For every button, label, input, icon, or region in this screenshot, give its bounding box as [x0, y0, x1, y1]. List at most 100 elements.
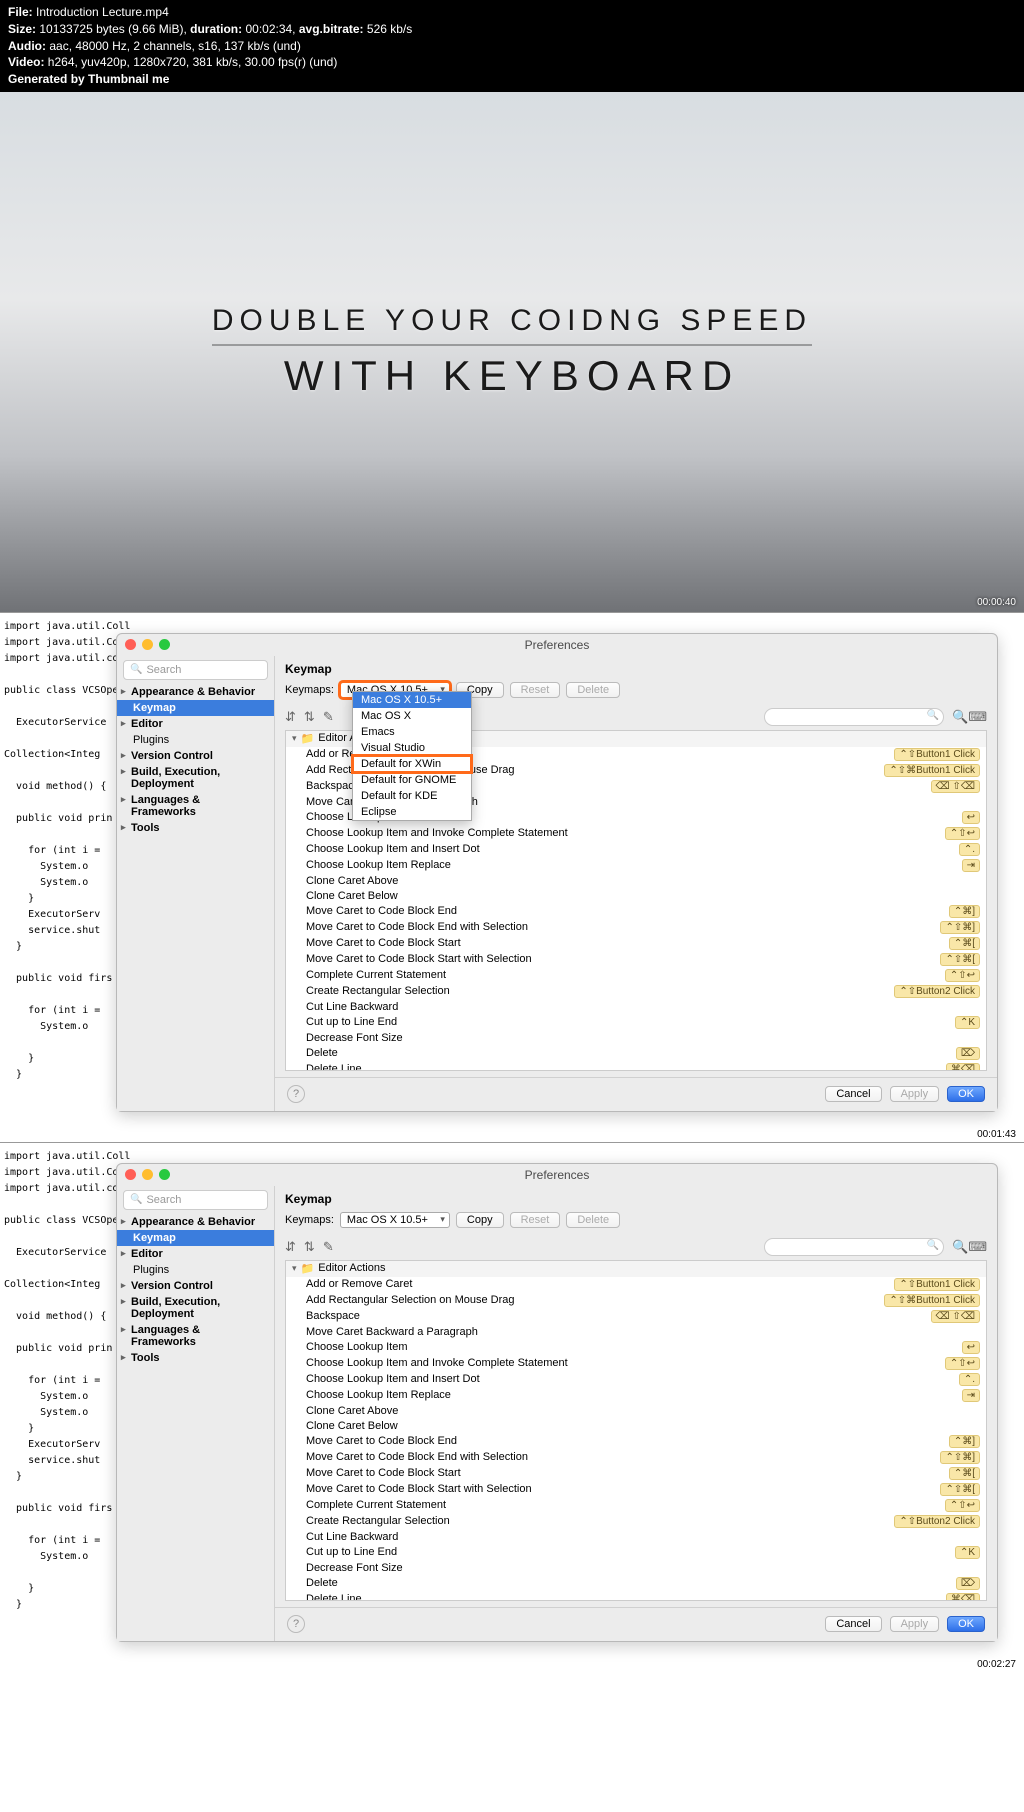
action-row[interactable]: Move Caret to Code Block End⌃⌘] — [286, 904, 986, 920]
sidebar-item-keymap[interactable]: Keymap — [117, 700, 274, 716]
dropdown-option[interactable]: Default for KDE — [353, 788, 471, 804]
action-tree[interactable]: 📁Editor ActionsAdd or Remove Caret⌃⇧Butt… — [285, 1260, 987, 1601]
sidebar-item-languages-frameworks[interactable]: Languages & Frameworks — [117, 792, 274, 820]
action-row[interactable]: Delete⌦ — [286, 1576, 986, 1592]
action-row[interactable]: Choose Lookup Item and Insert Dot⌃. — [286, 842, 986, 858]
dropdown-option[interactable]: Eclipse — [353, 804, 471, 820]
action-row[interactable]: Move Caret to Code Block End with Select… — [286, 1450, 986, 1466]
action-row[interactable]: Choose Lookup Item↩ — [286, 1340, 986, 1356]
minimize-icon[interactable] — [142, 639, 153, 650]
action-row[interactable]: Choose Lookup Item and Insert Dot⌃. — [286, 1372, 986, 1388]
sidebar-item-editor[interactable]: Editor — [117, 716, 274, 732]
edit-icon[interactable]: ✎ — [323, 1239, 334, 1255]
sidebar-search-input[interactable]: Search — [123, 1190, 268, 1210]
maximize-icon[interactable] — [159, 639, 170, 650]
minimize-icon[interactable] — [142, 1169, 153, 1180]
ok-button[interactable]: OK — [947, 1616, 985, 1632]
sidebar-item-appearance-behavior[interactable]: Appearance & Behavior — [117, 684, 274, 700]
action-row[interactable]: Move Caret to Code Block Start⌃⌘[ — [286, 1466, 986, 1482]
window-titlebar[interactable]: Preferences — [117, 634, 997, 656]
collapse-icon[interactable]: ⇅ — [304, 1239, 315, 1255]
close-icon[interactable] — [125, 639, 136, 650]
dropdown-option[interactable]: Default for XWin — [353, 756, 471, 772]
cancel-button[interactable]: Cancel — [825, 1616, 881, 1632]
action-search-input[interactable] — [764, 1238, 944, 1256]
action-row[interactable]: Choose Lookup Item Replace⇥ — [286, 1388, 986, 1404]
action-row[interactable]: Cut up to Line End⌃K — [286, 1015, 986, 1031]
expand-icon[interactable]: ⇵ — [285, 1239, 296, 1255]
delete-button[interactable]: Delete — [566, 682, 620, 698]
dropdown-option[interactable]: Mac OS X — [353, 708, 471, 724]
dropdown-option[interactable]: Visual Studio — [353, 740, 471, 756]
action-row[interactable]: Move Caret to Code Block Start with Sele… — [286, 1482, 986, 1498]
keymap-dropdown-list[interactable]: Mac OS X 10.5+Mac OS XEmacsVisual Studio… — [352, 691, 472, 821]
action-row[interactable]: Add or Remove Caret⌃⇧Button1 Click — [286, 1277, 986, 1293]
action-row[interactable]: Complete Current Statement⌃⇧↩ — [286, 968, 986, 984]
close-icon[interactable] — [125, 1169, 136, 1180]
action-row[interactable]: Delete⌦ — [286, 1046, 986, 1062]
sidebar-item-version-control[interactable]: Version Control — [117, 1278, 274, 1294]
action-row[interactable]: Choose Lookup Item and Invoke Complete S… — [286, 1356, 986, 1372]
expand-icon[interactable]: ⇵ — [285, 709, 296, 725]
action-row[interactable]: Clone Caret Above — [286, 874, 986, 889]
sidebar-item-version-control[interactable]: Version Control — [117, 748, 274, 764]
frame-3: import java.util.Collection; import java… — [0, 1142, 1024, 1672]
apply-button[interactable]: Apply — [890, 1616, 940, 1632]
size-label: Size: — [8, 22, 36, 36]
action-row[interactable]: Choose Lookup Item and Invoke Complete S… — [286, 826, 986, 842]
action-row[interactable]: Decrease Font Size — [286, 1031, 986, 1046]
action-row[interactable]: Move Caret Backward a Paragraph — [286, 1325, 986, 1340]
dropdown-option[interactable]: Emacs — [353, 724, 471, 740]
action-row[interactable]: Cut Line Backward — [286, 1000, 986, 1015]
action-row[interactable]: Clone Caret Below — [286, 1419, 986, 1434]
reset-button[interactable]: Reset — [510, 682, 561, 698]
sidebar-item-build-execution-deployment[interactable]: Build, Execution, Deployment — [117, 764, 274, 792]
action-row[interactable]: Delete Line⌘⌫ — [286, 1062, 986, 1071]
find-shortcut-icon[interactable]: 🔍⌨ — [952, 1239, 987, 1255]
sidebar-item-build-execution-deployment[interactable]: Build, Execution, Deployment — [117, 1294, 274, 1322]
ok-button[interactable]: OK — [947, 1086, 985, 1102]
action-group[interactable]: 📁Editor Actions — [286, 1261, 986, 1277]
action-row[interactable]: Complete Current Statement⌃⇧↩ — [286, 1498, 986, 1514]
sidebar-item-appearance-behavior[interactable]: Appearance & Behavior — [117, 1214, 274, 1230]
sidebar-item-languages-frameworks[interactable]: Languages & Frameworks — [117, 1322, 274, 1350]
action-row[interactable]: Move Caret to Code Block Start⌃⌘[ — [286, 936, 986, 952]
copy-button[interactable]: Copy — [456, 1212, 504, 1228]
action-row[interactable]: Delete Line⌘⌫ — [286, 1592, 986, 1601]
action-row[interactable]: Backspace⌫ ⇧⌫ — [286, 1309, 986, 1325]
apply-button[interactable]: Apply — [890, 1086, 940, 1102]
sidebar-item-plugins[interactable]: Plugins — [117, 1262, 274, 1278]
sidebar-item-editor[interactable]: Editor — [117, 1246, 274, 1262]
action-row[interactable]: Clone Caret Below — [286, 889, 986, 904]
keymap-combo[interactable]: Mac OS X 10.5+ — [340, 1212, 450, 1228]
action-row[interactable]: Clone Caret Above — [286, 1404, 986, 1419]
edit-icon[interactable]: ✎ — [323, 709, 334, 725]
action-row[interactable]: Add Rectangular Selection on Mouse Drag⌃… — [286, 1293, 986, 1309]
find-shortcut-icon[interactable]: 🔍⌨ — [952, 709, 987, 725]
dropdown-option[interactable]: Default for GNOME — [353, 772, 471, 788]
action-row[interactable]: Create Rectangular Selection⌃⇧Button2 Cl… — [286, 1514, 986, 1530]
action-row[interactable]: Decrease Font Size — [286, 1561, 986, 1576]
sidebar-item-plugins[interactable]: Plugins — [117, 732, 274, 748]
help-icon[interactable]: ? — [287, 1615, 305, 1633]
sidebar-item-keymap[interactable]: Keymap — [117, 1230, 274, 1246]
cancel-button[interactable]: Cancel — [825, 1086, 881, 1102]
action-row[interactable]: Cut Line Backward — [286, 1530, 986, 1545]
maximize-icon[interactable] — [159, 1169, 170, 1180]
reset-button[interactable]: Reset — [510, 1212, 561, 1228]
action-row[interactable]: Move Caret to Code Block End with Select… — [286, 920, 986, 936]
action-row[interactable]: Cut up to Line End⌃K — [286, 1545, 986, 1561]
action-row[interactable]: Move Caret to Code Block Start with Sele… — [286, 952, 986, 968]
collapse-icon[interactable]: ⇅ — [304, 709, 315, 725]
delete-button[interactable]: Delete — [566, 1212, 620, 1228]
action-search-input[interactable] — [764, 708, 944, 726]
window-titlebar[interactable]: Preferences — [117, 1164, 997, 1186]
help-icon[interactable]: ? — [287, 1085, 305, 1103]
action-row[interactable]: Move Caret to Code Block End⌃⌘] — [286, 1434, 986, 1450]
sidebar-search-input[interactable]: Search — [123, 660, 268, 680]
sidebar-item-tools[interactable]: Tools — [117, 1350, 274, 1366]
dropdown-option[interactable]: Mac OS X 10.5+ — [353, 692, 471, 708]
sidebar-item-tools[interactable]: Tools — [117, 820, 274, 836]
action-row[interactable]: Create Rectangular Selection⌃⇧Button2 Cl… — [286, 984, 986, 1000]
action-row[interactable]: Choose Lookup Item Replace⇥ — [286, 858, 986, 874]
